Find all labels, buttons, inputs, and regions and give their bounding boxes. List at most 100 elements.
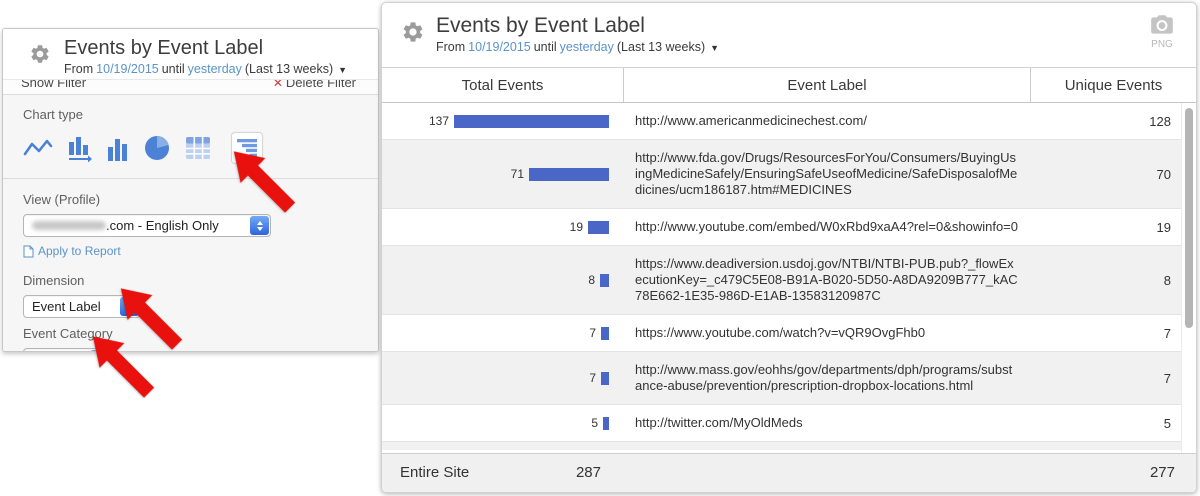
scrollbar-thumb[interactable]	[1185, 108, 1193, 328]
page: Events by Event Label From10/19/2015unti…	[0, 0, 1200, 496]
total-events-cell: 71	[382, 140, 623, 208]
page-title: Events by Event Label	[64, 36, 350, 60]
date-range: From10/19/2015untilyesterday(Last 13 wee…	[436, 40, 722, 54]
document-icon	[23, 245, 34, 258]
total-events-bar	[529, 168, 609, 181]
start-date-link[interactable]: 10/19/2015	[96, 62, 159, 76]
table-row: 7 http://www.mass.gov/eohhs/gov/departme…	[382, 352, 1181, 405]
apply-to-report-link[interactable]: Apply to Report	[23, 244, 121, 258]
total-events-value: 137	[429, 114, 449, 128]
table-footer-row: Entire Site 287 277	[382, 453, 1196, 492]
table-rows: 137 http://www.americanmedicinechest.com…	[382, 103, 1181, 442]
event-label-url: http://www.mass.gov/eohhs/gov/department…	[635, 362, 1018, 394]
total-events-cell: 137	[382, 103, 623, 139]
report-panel: Events by Event Label From10/19/2015unti…	[381, 2, 1197, 493]
footer-total-events: 287	[382, 464, 601, 481]
dimension-section: Dimension Event Label Event Category out…	[3, 267, 378, 352]
column-header-unique-events[interactable]: Unique Events	[1030, 68, 1196, 102]
event-label-url: http://www.fda.gov/Drugs/ResourcesForYou…	[635, 150, 1018, 198]
line-chart-icon[interactable]	[23, 137, 53, 159]
table-header-row: Total Events Event Label Unique Events	[382, 67, 1196, 103]
unique-events-value: 7	[1164, 326, 1171, 341]
total-events-cell: 19	[382, 209, 623, 245]
total-events-value: 7	[589, 371, 596, 385]
delete-filter-link[interactable]: ✕Delete Filter	[273, 79, 356, 90]
chart-type-options	[23, 131, 358, 165]
widget-settings-panel: Events by Event Label From10/19/2015unti…	[2, 28, 379, 352]
event-label-cell: https://www.deadiversion.usdoj.gov/NTBI/…	[623, 246, 1030, 314]
table-body: 137 http://www.americanmedicinechest.com…	[382, 103, 1196, 453]
unique-events-cell: 19	[1030, 209, 1181, 245]
table-row: 7 https://www.youtube.com/watch?v=vQR9Ov…	[382, 315, 1181, 352]
export-png-button[interactable]: PNG	[1138, 12, 1186, 50]
event-label-cell: http://twitter.com/MyOldMeds	[623, 405, 1030, 441]
unique-events-value: 128	[1149, 114, 1171, 129]
dimension-value: Event Label	[32, 299, 101, 314]
view-profile-select[interactable]: .com - English Only	[23, 214, 271, 237]
event-label-url: https://www.youtube.com/watch?v=vQR9OvgF…	[635, 325, 925, 341]
end-date-link[interactable]: yesterday	[188, 62, 242, 76]
date-range-label: (Last 13 weeks)	[617, 40, 705, 54]
unique-events-cell: 7	[1030, 352, 1181, 404]
unique-events-value: 8	[1164, 273, 1171, 288]
event-label-cell: http://www.mass.gov/eohhs/gov/department…	[623, 352, 1030, 404]
unique-events-value: 5	[1164, 416, 1171, 431]
unique-events-cell: 5	[1030, 405, 1181, 441]
gear-icon	[401, 20, 425, 67]
delete-icon: ✕	[273, 79, 283, 90]
total-events-cell: 5	[382, 405, 623, 441]
total-events-bar	[601, 372, 609, 385]
date-range: From10/19/2015untilyesterday(Last 13 wee…	[64, 62, 350, 76]
left-panel-header: Events by Event Label From10/19/2015unti…	[3, 29, 378, 79]
caret-down-icon[interactable]: ▼	[710, 43, 719, 53]
table-row-partial	[382, 442, 1181, 450]
unique-events-value: 7	[1164, 371, 1171, 386]
total-events-cell: 7	[382, 315, 623, 351]
event-label-cell: https://www.youtube.com/watch?v=vQR9OvgF…	[623, 315, 1030, 351]
total-events-bar	[603, 417, 609, 430]
table-row: 137 http://www.americanmedicinechest.com…	[382, 103, 1181, 140]
column-chart-icon[interactable]	[107, 136, 129, 161]
end-date-link[interactable]: yesterday	[560, 40, 614, 54]
caret-down-icon[interactable]: ▼	[338, 65, 347, 75]
date-from-label: From	[436, 40, 465, 54]
event-label-url: http://twitter.com/MyOldMeds	[635, 415, 803, 431]
total-events-value: 8	[588, 273, 595, 287]
event-label-cell: http://www.americanmedicinechest.com/	[623, 103, 1030, 139]
event-label-url: http://www.youtube.com/embed/W0xRbd9xaA4…	[635, 219, 1018, 235]
total-events-value: 7	[589, 326, 596, 340]
total-events-value: 19	[570, 220, 583, 234]
unique-events-cell: 8	[1030, 246, 1181, 314]
event-label-cell: http://www.fda.gov/Drugs/ResourcesForYou…	[623, 140, 1030, 208]
redacted-site-name	[32, 221, 106, 230]
total-events-value: 5	[591, 416, 598, 430]
table-icon[interactable]	[185, 136, 211, 160]
view-profile-label: View (Profile)	[23, 192, 358, 207]
unique-events-cell: 7	[1030, 315, 1181, 351]
date-until-label: until	[534, 40, 557, 54]
total-events-cell: 8	[382, 246, 623, 314]
column-header-total-events[interactable]: Total Events	[382, 68, 623, 102]
show-filter-link[interactable]: Show Filter	[21, 79, 86, 90]
dimension-label: Dimension	[23, 273, 358, 288]
table-row: 71 http://www.fda.gov/Drugs/ResourcesFor…	[382, 140, 1181, 209]
chart-type-section: Chart type	[3, 95, 378, 179]
unique-events-value: 70	[1157, 167, 1171, 182]
event-category-label: Event Category	[23, 326, 358, 341]
filter-strip: Show Filter ✕Delete Filter	[3, 79, 378, 95]
total-events-bar	[588, 221, 609, 234]
total-events-bar	[601, 327, 609, 340]
view-profile-section: View (Profile) .com - English Only Apply…	[3, 179, 378, 267]
unique-events-cell: 128	[1030, 103, 1181, 139]
event-label-cell: http://www.youtube.com/embed/W0xRbd9xaA4…	[623, 209, 1030, 245]
unique-events-value: 19	[1157, 220, 1171, 235]
options-area: Chart type	[3, 95, 378, 351]
start-date-link[interactable]: 10/19/2015	[468, 40, 531, 54]
view-profile-value: .com - English Only	[106, 218, 219, 233]
evolution-chart-icon[interactable]	[68, 134, 92, 162]
table-row: 8 https://www.deadiversion.usdoj.gov/NTB…	[382, 246, 1181, 315]
pie-chart-icon[interactable]	[144, 135, 170, 161]
footer-unique-events: 277	[1150, 464, 1175, 481]
column-header-event-label[interactable]: Event Label	[623, 68, 1030, 102]
png-label: PNG	[1151, 39, 1173, 50]
